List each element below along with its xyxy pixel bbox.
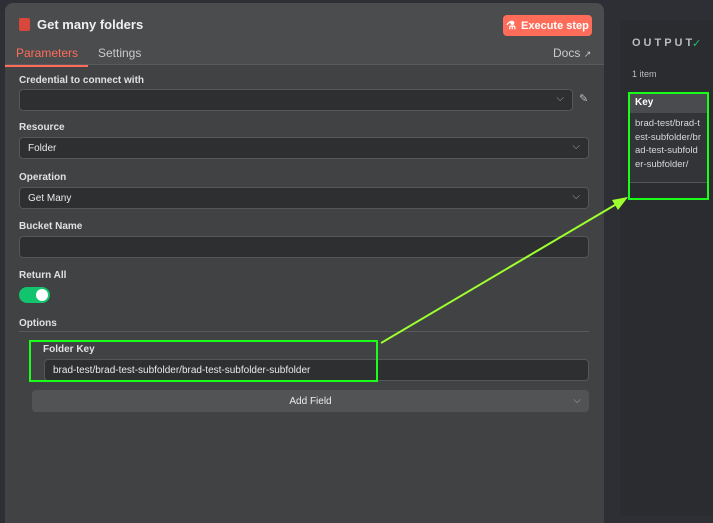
arrow-head <box>612 197 628 210</box>
annotation-arrow <box>380 197 628 344</box>
arrow-line <box>380 201 621 344</box>
